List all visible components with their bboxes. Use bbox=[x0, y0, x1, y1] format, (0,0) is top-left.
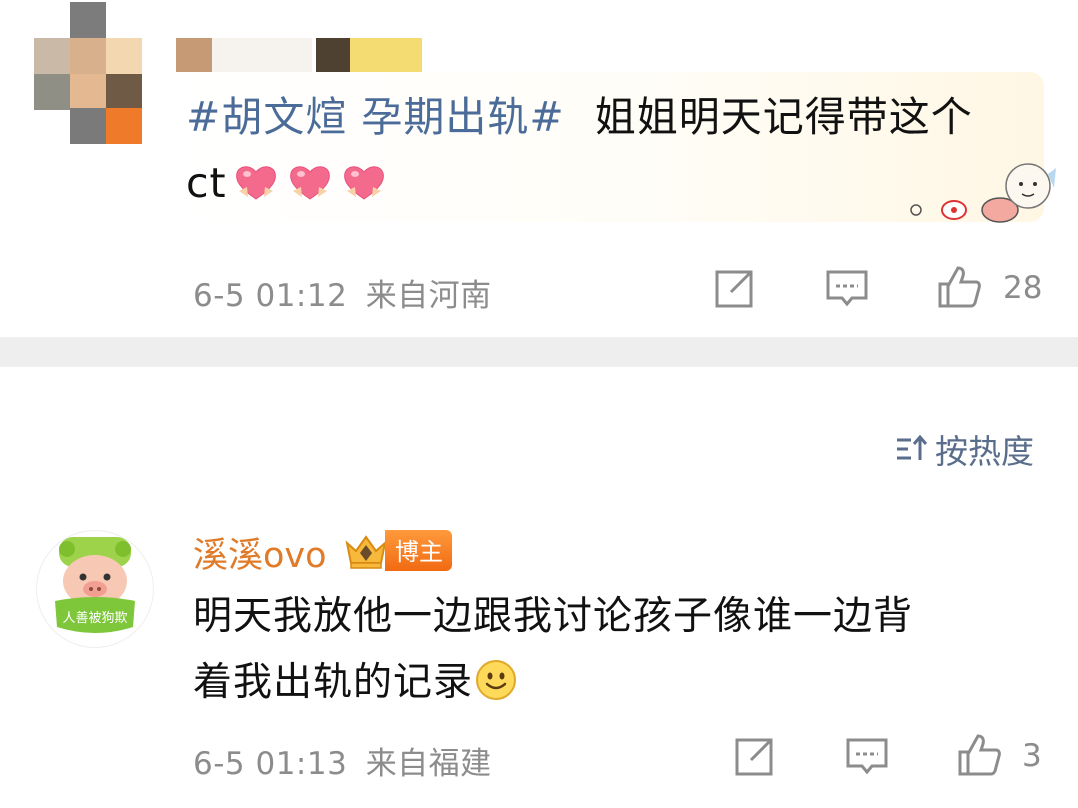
timestamp: 6-5 01:13 bbox=[193, 746, 348, 782]
location: 来自福建 bbox=[365, 746, 492, 782]
smiley-emoji bbox=[476, 660, 517, 700]
avatar-caption: 人善被狗欺 bbox=[62, 611, 128, 626]
post-meta: 6-5 01:12 来自河南 bbox=[193, 270, 492, 315]
timestamp: 6-5 01:12 bbox=[193, 278, 348, 314]
cartoon-sticker-decoration bbox=[910, 163, 1056, 223]
location: 来自河南 bbox=[365, 278, 492, 314]
username[interactable]: 溪溪ovo bbox=[193, 527, 327, 578]
like-count: 28 bbox=[1003, 270, 1043, 306]
post-content: #胡文煊 孕期出轨# 姐姐明天记得带这个 ct bbox=[186, 84, 1026, 216]
avatar-pixelated[interactable] bbox=[34, 2, 144, 144]
pink-heart-emoji bbox=[289, 166, 330, 200]
section-divider bbox=[0, 337, 1078, 367]
comment-text-line1: 明天我放他一边跟我讨论孩子像谁一边背 bbox=[193, 594, 914, 639]
comment-text-line2: 着我出轨的记录 bbox=[193, 660, 474, 705]
hashtag-link[interactable]: #胡文煊 孕期出轨# bbox=[186, 93, 565, 141]
like-icon[interactable] bbox=[956, 732, 1002, 778]
sort-icon bbox=[897, 434, 928, 460]
pink-heart-emoji bbox=[343, 166, 384, 200]
like-icon[interactable] bbox=[936, 264, 982, 310]
sort-by-hot-button[interactable]: 按热度 bbox=[895, 425, 1034, 473]
username-pixelated[interactable] bbox=[176, 38, 422, 72]
post-text: 姐姐明天记得带这个 bbox=[594, 93, 973, 141]
share-icon[interactable] bbox=[711, 266, 757, 312]
sort-label: 按热度 bbox=[935, 432, 1034, 471]
crown-icon bbox=[345, 534, 387, 569]
author-badge: 博主 bbox=[343, 530, 452, 571]
avatar[interactable]: 人善被狗欺 bbox=[36, 530, 154, 648]
comment-meta: 6-5 01:13 来自福建 bbox=[193, 738, 492, 783]
post-text-line2: ct bbox=[186, 159, 227, 207]
share-icon[interactable] bbox=[731, 734, 777, 780]
pig-avatar-icon bbox=[55, 537, 135, 633]
like-count: 3 bbox=[1022, 738, 1042, 774]
comment-icon[interactable] bbox=[824, 266, 870, 312]
comment-content: 明天我放他一边跟我讨论孩子像谁一边背 着我出轨的记录 bbox=[193, 584, 1033, 716]
comment-icon[interactable] bbox=[844, 734, 890, 780]
badge-label: 博主 bbox=[385, 530, 452, 571]
pink-heart-emoji bbox=[235, 166, 276, 200]
